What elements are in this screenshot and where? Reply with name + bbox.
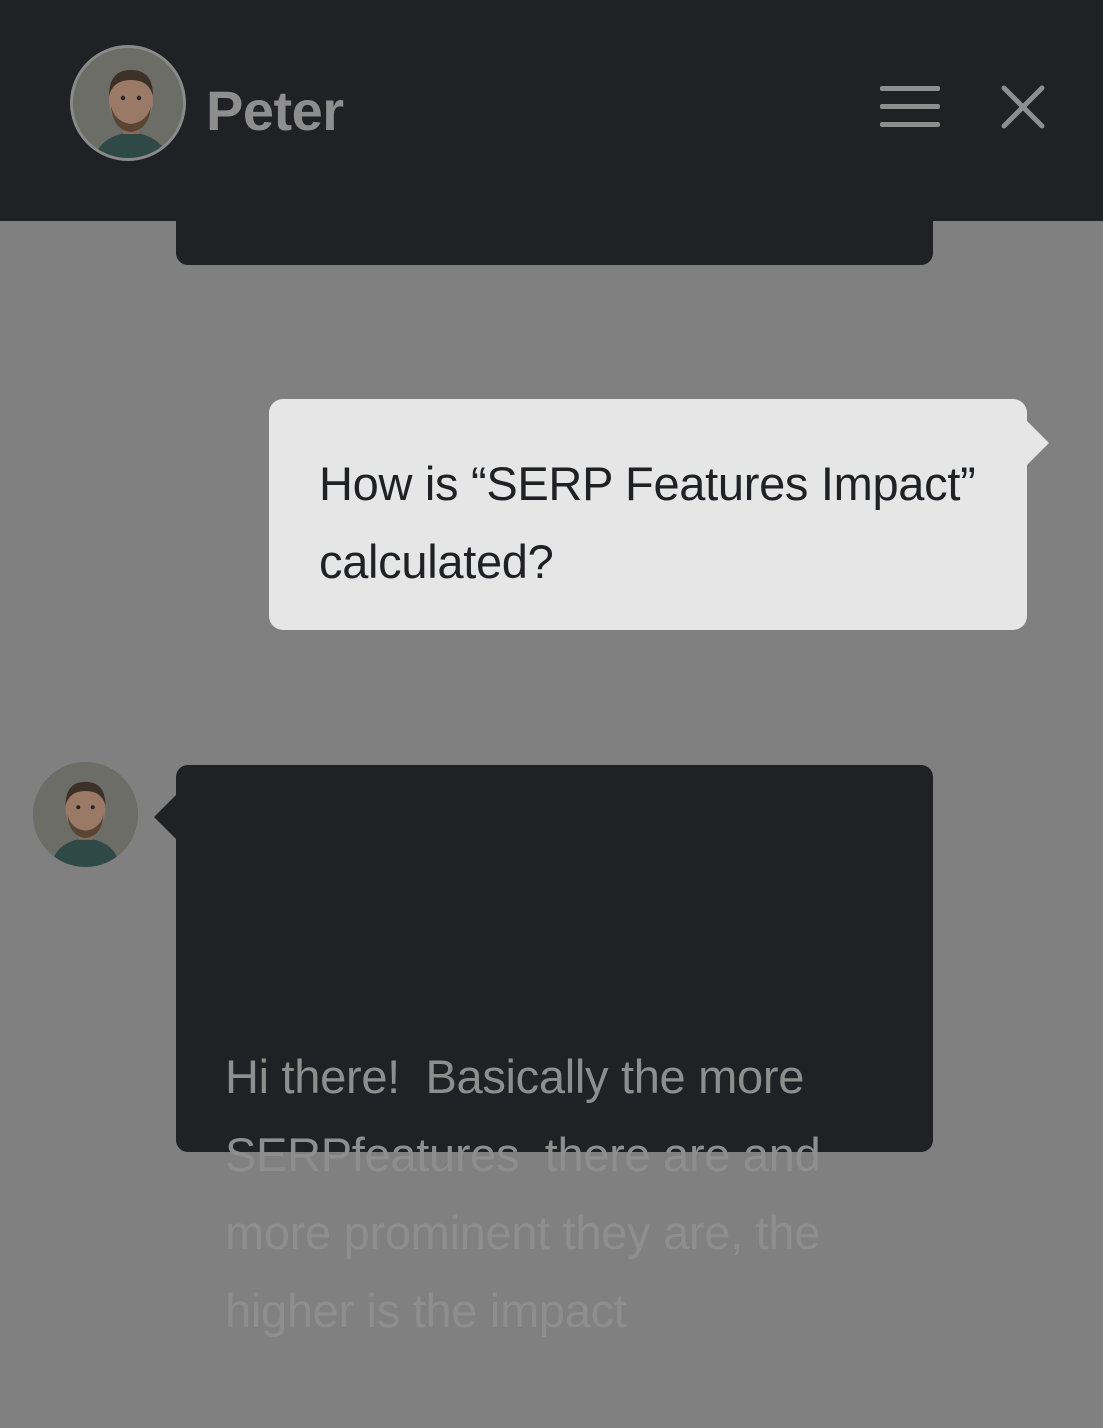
person-avatar-icon — [33, 762, 138, 867]
hamburger-menu-icon[interactable] — [880, 84, 940, 130]
user-message-text: How is “SERP Features Impact” calculated… — [319, 457, 976, 588]
bubble-tail — [1027, 421, 1049, 465]
user-message-bubble: How is “SERP Features Impact” calculated… — [269, 399, 1049, 630]
agent-avatar — [70, 45, 186, 161]
bubble-tail — [154, 795, 176, 839]
agent-message-bubble: Hi there! Basically the more SERPfeature… — [154, 765, 933, 1337]
agent-name: Peter — [206, 79, 344, 142]
close-icon[interactable] — [1000, 84, 1046, 130]
chat-header: Peter — [0, 0, 1103, 221]
agent-message-text: Hi there! Basically the more SERPfeature… — [225, 1050, 834, 1337]
person-avatar-icon — [73, 48, 183, 158]
agent-message-avatar — [33, 762, 138, 867]
